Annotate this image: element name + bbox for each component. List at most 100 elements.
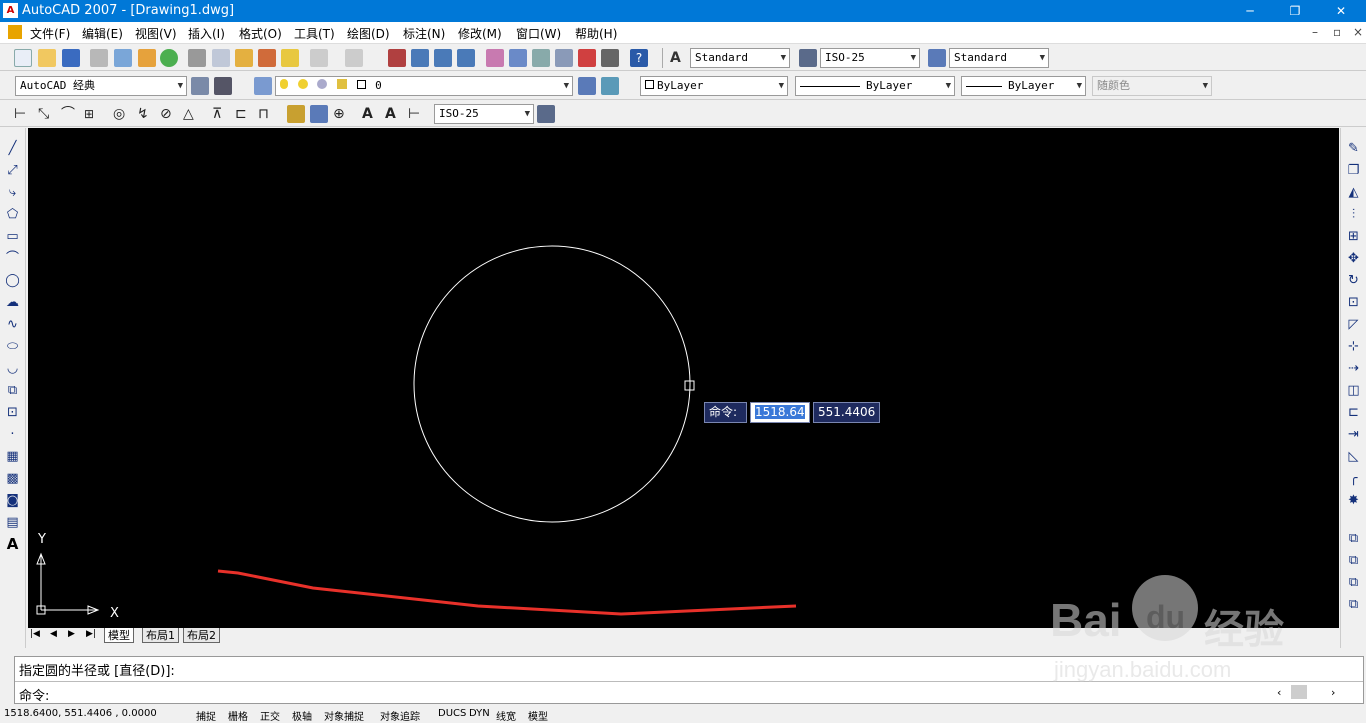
scroll-left-icon[interactable]: ‹ (1277, 686, 1281, 699)
menu-format[interactable]: 格式(O) (239, 25, 282, 42)
toggle-otrack[interactable]: 对象追踪 (380, 708, 420, 723)
scroll-thumb[interactable] (1291, 685, 1307, 699)
tab-layout2[interactable]: 布局2 (183, 628, 220, 643)
diameter-dim-icon[interactable]: ⊘ (160, 105, 178, 123)
save-icon[interactable] (62, 49, 80, 67)
make-block-icon[interactable]: ⊡ (4, 404, 21, 421)
text-style-select[interactable]: Standard ▼ (690, 48, 790, 68)
lineweight-select[interactable]: ByLayer ▼ (961, 76, 1086, 96)
extend-icon[interactable]: ⇢ (1345, 360, 1362, 377)
color-select[interactable]: ByLayer ▼ (640, 76, 788, 96)
construction-line-icon[interactable]: ⤢ (4, 162, 21, 179)
continue-dim-icon[interactable]: ⊓ (258, 105, 276, 123)
cut-icon[interactable] (188, 49, 206, 67)
tool-palettes-icon[interactable] (532, 49, 550, 67)
explode-icon[interactable]: ✸ (1345, 492, 1362, 509)
scale-icon[interactable]: ⊡ (1345, 294, 1362, 311)
toggle-lineweight[interactable]: 线宽 (496, 708, 516, 723)
linetype-select[interactable]: ByLayer ▼ (795, 76, 955, 96)
rectangle-icon[interactable]: ▭ (4, 228, 21, 245)
minimize-button[interactable]: ─ (1238, 2, 1262, 20)
bring-above-icon[interactable]: ⧉ (1345, 596, 1362, 613)
arc-length-icon[interactable]: ⌒ (61, 105, 79, 123)
toggle-snap[interactable]: 捕捉 (196, 708, 216, 723)
polyline-icon[interactable]: ⤷ (4, 184, 21, 201)
dim-edit-icon[interactable]: A (362, 105, 380, 123)
dim-style-select[interactable]: ISO-25 ▼ (820, 48, 920, 68)
table-style-select[interactable]: Standard ▼ (949, 48, 1049, 68)
baseline-dim-icon[interactable]: ⊏ (235, 105, 253, 123)
first-tab-icon[interactable]: |◀ (30, 629, 40, 639)
dynamic-input-x-field[interactable]: 1518.64 (750, 402, 810, 423)
open-icon[interactable] (38, 49, 56, 67)
circle-entity[interactable] (413, 245, 691, 523)
quick-dim-icon[interactable]: ⊼ (212, 105, 230, 123)
doc-restore-button[interactable]: ▫ (1333, 25, 1341, 39)
paste-icon[interactable] (235, 49, 253, 67)
command-prompt[interactable]: 命令: (19, 685, 49, 704)
menu-dimension[interactable]: 标注(N) (403, 25, 445, 42)
menu-view[interactable]: 视图(V) (135, 25, 177, 42)
jogged-dim-icon[interactable]: ↯ (137, 105, 155, 123)
menu-insert[interactable]: 插入(I) (188, 25, 225, 42)
block-editor-icon[interactable] (281, 49, 299, 67)
last-tab-icon[interactable]: ▶| (86, 629, 96, 639)
pan-icon[interactable] (388, 49, 406, 67)
spline-icon[interactable]: ∿ (4, 316, 21, 333)
ellipse-icon[interactable]: ⬭ (4, 338, 21, 355)
erase-icon[interactable]: ✎ (1345, 140, 1362, 157)
dim-style-select-2[interactable]: ISO-25 ▼ (434, 104, 534, 124)
mirror-icon[interactable]: ◭ (1345, 184, 1362, 201)
maximize-button[interactable]: ❐ (1283, 2, 1307, 20)
zoom-window-icon[interactable] (434, 49, 452, 67)
leader-icon[interactable] (287, 105, 305, 123)
prev-tab-icon[interactable]: ◀ (50, 629, 57, 639)
stretch-icon[interactable]: ◸ (1345, 316, 1362, 333)
ellipse-arc-icon[interactable]: ◡ (4, 360, 21, 377)
zoom-previous-icon[interactable] (457, 49, 475, 67)
table-style-icon[interactable] (928, 49, 946, 67)
toggle-polar[interactable]: 极轴 (292, 708, 312, 723)
draw-order-icon[interactable]: ⧉ (1345, 530, 1362, 547)
polygon-icon[interactable]: ⬠ (4, 206, 21, 223)
design-center-icon[interactable] (509, 49, 527, 67)
arc-icon[interactable]: ⌒ (4, 250, 21, 267)
publish-icon[interactable] (138, 49, 156, 67)
preview-icon[interactable] (114, 49, 132, 67)
dim-text-edit-icon[interactable]: A (385, 105, 403, 123)
menu-window[interactable]: 窗口(W) (516, 25, 561, 42)
next-tab-icon[interactable]: ▶ (68, 629, 75, 639)
join-icon[interactable]: ⇥ (1345, 426, 1362, 443)
layer-select[interactable]: 0 ▼ (275, 76, 573, 96)
dim-update-icon[interactable]: ⊢ (408, 105, 426, 123)
text-style-icon[interactable]: A (670, 49, 688, 67)
redo-icon[interactable] (345, 49, 363, 67)
hatch-icon[interactable]: ▦ (4, 448, 21, 465)
dynamic-input-y-field[interactable]: 551.4406 (813, 402, 880, 423)
break-icon[interactable]: ⊏ (1345, 404, 1362, 421)
match-properties-icon[interactable] (258, 49, 276, 67)
revision-cloud-icon[interactable]: ☁ (4, 294, 21, 311)
layer-manager-icon[interactable] (254, 77, 272, 95)
bring-to-front-icon[interactable]: ⧉ (1345, 552, 1362, 569)
sheet-set-icon[interactable] (555, 49, 573, 67)
angular-dim-icon[interactable]: △ (183, 105, 201, 123)
calculator-icon[interactable] (601, 49, 619, 67)
aligned-dim-icon[interactable]: ⤡ (38, 105, 56, 123)
menu-edit[interactable]: 编辑(E) (82, 25, 123, 42)
make-current-layer-icon[interactable] (578, 77, 596, 95)
tolerance-icon[interactable] (310, 105, 328, 123)
workspace-save-icon[interactable] (214, 77, 232, 95)
tab-layout1[interactable]: 布局1 (142, 628, 179, 643)
circle-icon[interactable]: ◯ (4, 272, 21, 289)
dim-style-manager-icon[interactable] (537, 105, 555, 123)
menu-modify[interactable]: 修改(M) (458, 25, 502, 42)
scroll-right-icon[interactable]: › (1331, 686, 1335, 699)
rotate-icon[interactable]: ↻ (1345, 272, 1362, 289)
workspace-settings-icon[interactable] (191, 77, 209, 95)
linear-dim-icon[interactable]: ⊢ (14, 105, 32, 123)
send-to-back-icon[interactable]: ⧉ (1345, 574, 1362, 591)
close-button[interactable]: ✕ (1329, 2, 1353, 20)
new-icon[interactable] (14, 49, 32, 67)
dim-style-icon[interactable] (799, 49, 817, 67)
